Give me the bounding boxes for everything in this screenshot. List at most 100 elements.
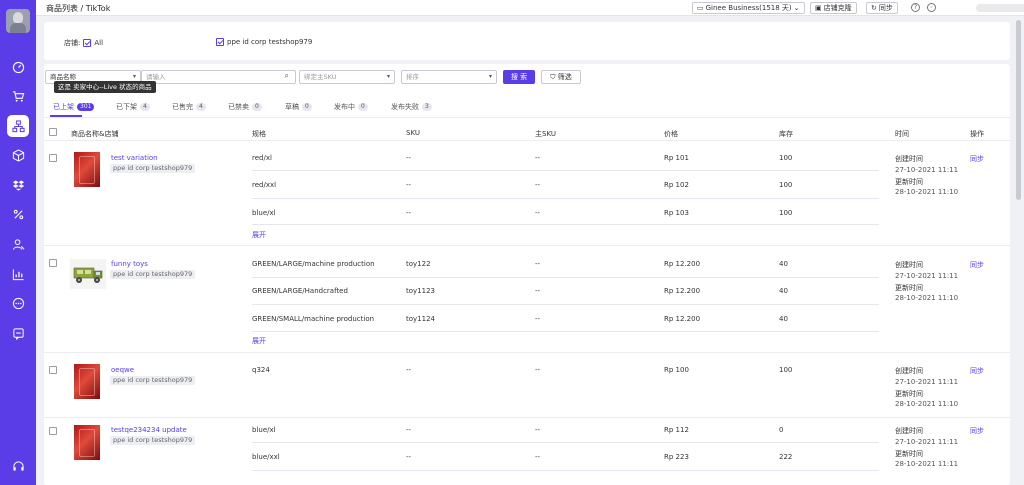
product-name[interactable]: oeqwe bbox=[111, 366, 134, 374]
tab-sold-out[interactable]: 已售完 4 bbox=[172, 102, 206, 112]
chat-icon[interactable] bbox=[7, 292, 29, 314]
product-name[interactable]: testqe234234 update bbox=[111, 426, 187, 434]
tab-count: 3 bbox=[422, 103, 432, 111]
updated-time: 28-10-2021 11:10 bbox=[895, 188, 959, 196]
variant-price: Rp 102 bbox=[664, 181, 689, 189]
question-icon[interactable]: ? bbox=[911, 3, 920, 12]
store-clone-button[interactable]: ▣ 店铺克隆 bbox=[810, 2, 857, 14]
variant-spec: GREEN/LARGE/machine production bbox=[252, 260, 375, 268]
created-time: 27-10-2021 11:11 bbox=[895, 272, 959, 280]
product-name[interactable]: test variation bbox=[111, 154, 158, 162]
expand-link[interactable]: 展开 bbox=[252, 336, 266, 346]
chevron-down-icon: ▾ bbox=[488, 73, 492, 80]
column-header-price: 价格 bbox=[664, 130, 678, 138]
sync-action[interactable]: 同步 bbox=[970, 426, 984, 436]
variant-sku: toy122 bbox=[406, 260, 431, 268]
customers-icon[interactable] bbox=[7, 233, 29, 255]
select-all-checkbox[interactable] bbox=[49, 128, 57, 136]
variant-spec: red/xxl bbox=[252, 181, 277, 189]
store-icon: ▣ bbox=[815, 4, 822, 12]
row-checkbox[interactable] bbox=[49, 259, 57, 267]
sort-select[interactable]: 排序 ▾ bbox=[401, 70, 497, 84]
tab-count: 4 bbox=[196, 103, 206, 111]
divider bbox=[44, 352, 1010, 353]
message-icon[interactable] bbox=[7, 322, 29, 344]
variant-master-sku: -- bbox=[535, 366, 541, 374]
divider bbox=[44, 140, 1010, 141]
variant-spec: blue/xxl bbox=[252, 453, 280, 461]
variant-master-sku: -- bbox=[535, 315, 541, 323]
tab-draft[interactable]: 草稿 0 bbox=[285, 102, 312, 112]
variant-master-sku: -- bbox=[535, 453, 541, 461]
all-checkbox[interactable] bbox=[83, 39, 92, 47]
updated-label: 更新时间 bbox=[895, 390, 923, 398]
divider bbox=[44, 245, 1010, 246]
expand-link[interactable]: 展开 bbox=[252, 230, 266, 240]
tab-live[interactable]: 已上架 301 bbox=[53, 102, 95, 112]
business-select[interactable]: ▭ Ginee Business(1518 天) ⌄ bbox=[692, 2, 805, 14]
product-thumbnail[interactable] bbox=[70, 259, 106, 289]
created-label: 创建时间 bbox=[895, 261, 923, 269]
variant-stock: 40 bbox=[779, 287, 788, 295]
variant-master-sku: -- bbox=[535, 181, 541, 189]
box-icon[interactable] bbox=[7, 144, 29, 166]
all-label: All bbox=[94, 39, 104, 47]
sync-button[interactable]: ↻ 同步 bbox=[866, 2, 898, 14]
variant-master-sku: -- bbox=[535, 287, 541, 295]
updated-time: 28-10-2021 11:10 bbox=[895, 294, 959, 302]
row-checkbox[interactable] bbox=[49, 154, 57, 162]
variant-stock: 0 bbox=[779, 426, 784, 434]
globe-icon[interactable]: ◦ bbox=[927, 3, 936, 12]
divider bbox=[252, 170, 879, 171]
filter-button[interactable]: ⛉ 筛选 bbox=[541, 70, 581, 84]
tab-publish-failed[interactable]: 发布失败 3 bbox=[391, 102, 432, 112]
user-name[interactable] bbox=[976, 4, 1024, 12]
variant-sku: -- bbox=[406, 181, 412, 189]
updated-label: 更新时间 bbox=[895, 450, 923, 458]
search-button[interactable]: 搜 索 bbox=[503, 70, 535, 84]
tab-publishing[interactable]: 发布中 0 bbox=[334, 102, 368, 112]
tab-delisted[interactable]: 已下架 4 bbox=[116, 102, 150, 112]
chart-icon[interactable] bbox=[7, 263, 29, 285]
product-thumbnail[interactable] bbox=[74, 425, 100, 460]
shop-tag: ppe id corp testshop979 bbox=[110, 376, 196, 385]
variant-sku: -- bbox=[406, 366, 412, 374]
dropbox-icon[interactable] bbox=[7, 174, 29, 196]
variant-master-sku: -- bbox=[535, 154, 541, 162]
product-icon[interactable] bbox=[7, 115, 29, 137]
percent-icon[interactable] bbox=[7, 203, 29, 225]
product-thumbnail[interactable] bbox=[74, 364, 100, 399]
search-input[interactable]: 请输入 ⌕ bbox=[141, 70, 296, 84]
headset-icon[interactable] bbox=[7, 455, 29, 477]
variant-price: Rp 12.200 bbox=[664, 260, 701, 268]
row-checkbox[interactable] bbox=[49, 427, 57, 435]
breadcrumb: 商品列表 / TikTok bbox=[46, 4, 111, 13]
funnel-icon: ⛉ bbox=[550, 73, 556, 81]
sync-action[interactable]: 同步 bbox=[970, 260, 984, 270]
sync-action[interactable]: 同步 bbox=[970, 154, 984, 164]
variant-stock: 100 bbox=[779, 366, 793, 374]
store-filter-card: 店铺: All ppe id corp testshop979 bbox=[44, 22, 1010, 60]
cart-icon[interactable] bbox=[7, 85, 29, 107]
variant-price: Rp 223 bbox=[664, 453, 689, 461]
store-checkbox[interactable] bbox=[216, 38, 224, 46]
sidebar bbox=[0, 0, 36, 485]
variant-price: Rp 12.200 bbox=[664, 287, 701, 295]
product-thumbnail[interactable] bbox=[74, 152, 100, 187]
variant-sku: -- bbox=[406, 154, 412, 162]
avatar[interactable] bbox=[6, 9, 30, 33]
variant-sku: -- bbox=[406, 453, 412, 461]
dashboard-icon[interactable] bbox=[7, 56, 29, 78]
divider bbox=[44, 417, 1010, 418]
updated-time: 28-10-2021 11:10 bbox=[895, 400, 959, 408]
master-sku-select[interactable]: 绑定主SKU ▾ bbox=[299, 70, 395, 84]
scrollbar[interactable] bbox=[1016, 20, 1021, 200]
variant-price: Rp 101 bbox=[664, 154, 689, 162]
tab-banned[interactable]: 已禁卖 0 bbox=[228, 102, 262, 112]
shop-tag: ppe id corp testshop979 bbox=[110, 270, 196, 279]
refresh-icon: ↻ bbox=[871, 4, 877, 12]
updated-label: 更新时间 bbox=[895, 284, 923, 292]
product-name[interactable]: funny toys bbox=[111, 260, 148, 268]
row-checkbox[interactable] bbox=[49, 366, 57, 374]
sync-action[interactable]: 同步 bbox=[970, 366, 984, 376]
